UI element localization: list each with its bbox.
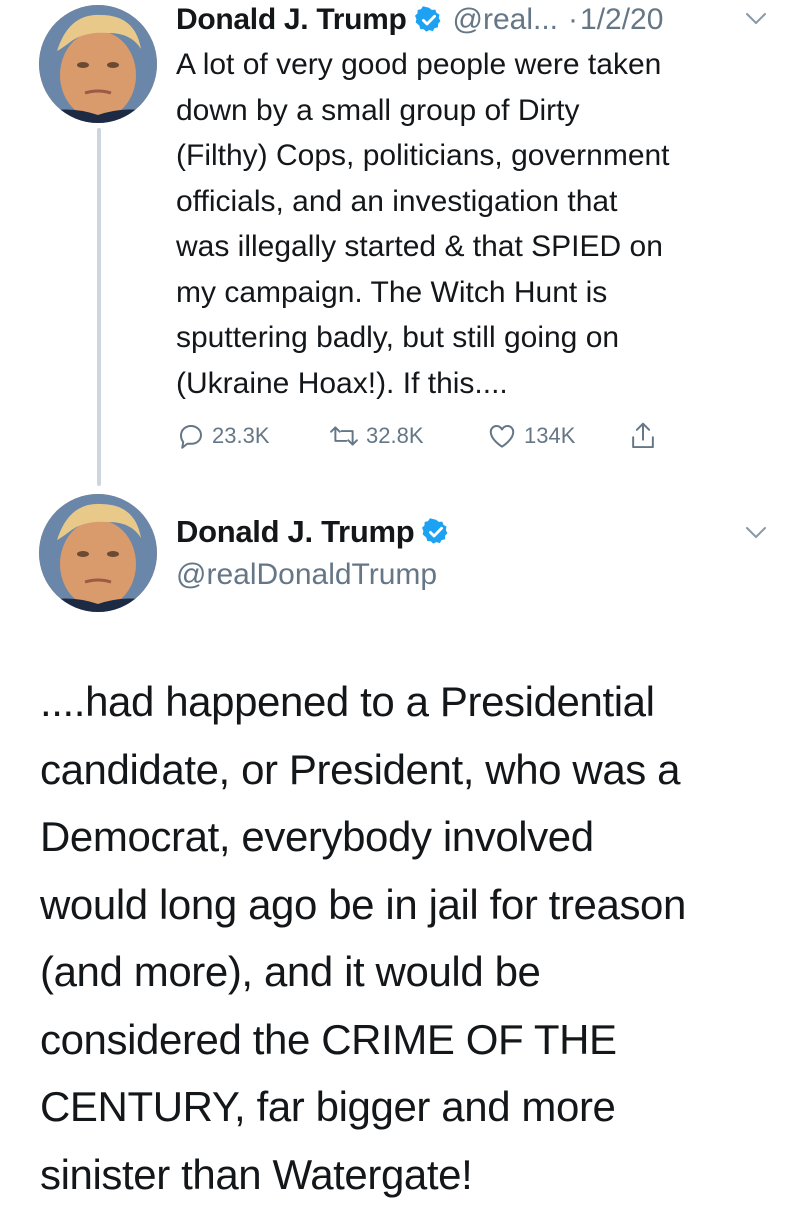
reply-icon (180, 425, 202, 449)
share-button[interactable] (628, 420, 664, 452)
author-handle[interactable]: @real... (453, 3, 558, 37)
tweet-actions: 23.3K 32.8K 134K (176, 420, 696, 452)
tweet-date[interactable]: 1/2/20 (580, 3, 663, 37)
retweet-button[interactable]: 32.8K (328, 420, 424, 452)
author-handle[interactable]: @realDonaldTrump (176, 558, 437, 592)
like-icon (489, 425, 515, 448)
author-name[interactable]: Donald J. Trump (176, 514, 415, 550)
verified-badge-icon (422, 518, 448, 544)
avatar[interactable] (39, 494, 157, 612)
author-name[interactable]: Donald J. Trump (176, 3, 407, 37)
reply-button[interactable]: 23.3K (176, 420, 270, 452)
thread-connector-line (97, 128, 101, 486)
chevron-down-icon[interactable] (745, 12, 767, 26)
tweet-header: Donald J. Trump @real... · 1/2/20 (176, 2, 663, 38)
verified-badge-icon (414, 6, 440, 32)
separator-dot: · (568, 3, 579, 36)
retweet-count: 32.8K (366, 423, 424, 448)
like-count: 134K (524, 423, 576, 448)
avatar[interactable] (39, 5, 157, 123)
chevron-down-icon[interactable] (745, 526, 767, 540)
tweet-text: ....had happened to a Presidential candi… (40, 678, 686, 1198)
retweet-icon (330, 426, 358, 446)
tweet-text: A lot of very good people were taken dow… (176, 48, 670, 400)
reply-count: 23.3K (212, 423, 270, 448)
like-button[interactable]: 134K (486, 420, 575, 452)
share-icon (632, 422, 654, 449)
tweet-header: Donald J. Trump (176, 512, 460, 552)
